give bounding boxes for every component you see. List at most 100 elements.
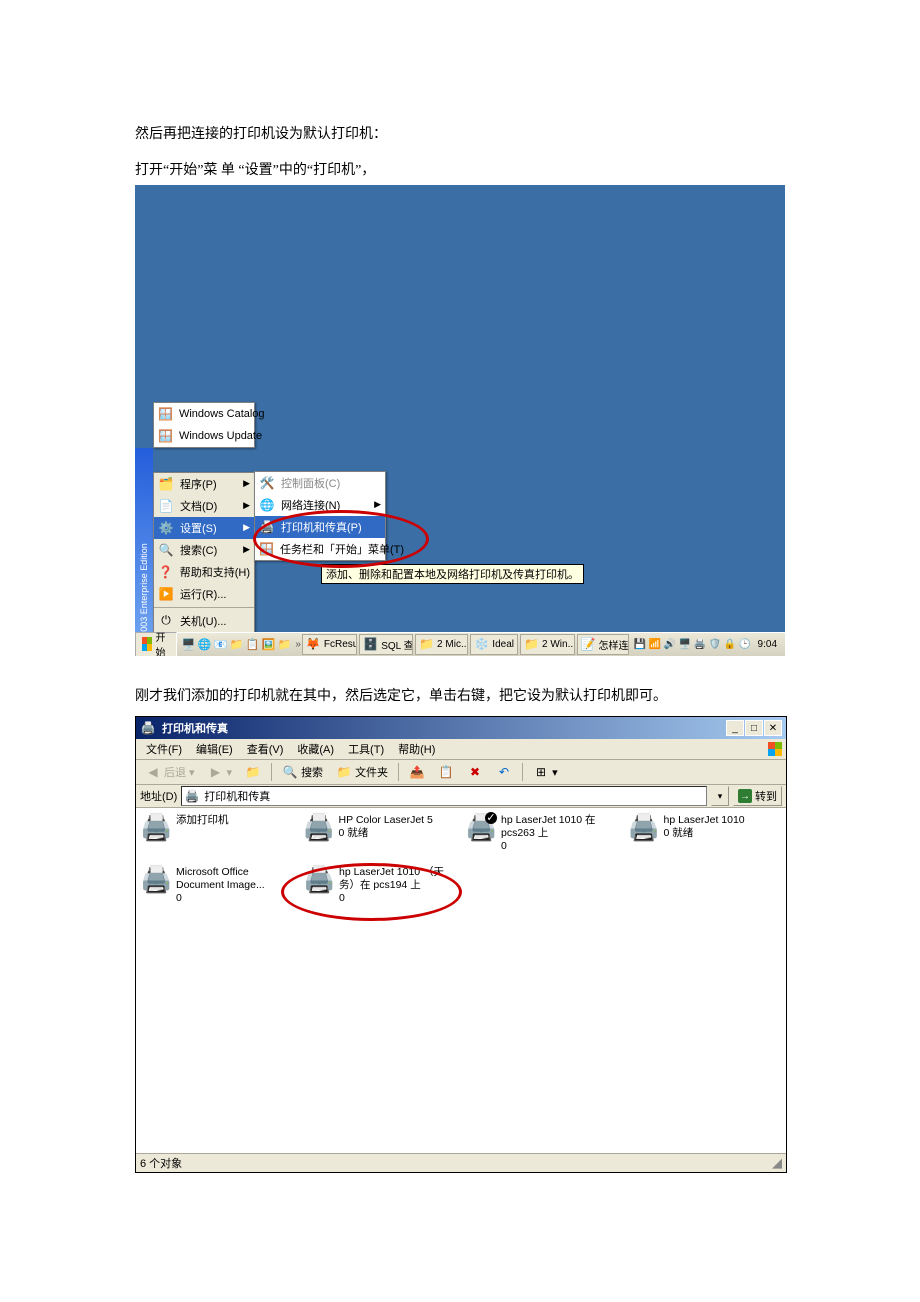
start-button[interactable]: 开始: [135, 632, 177, 656]
close-button[interactable]: ✕: [764, 720, 782, 736]
printer-icon: 🖨️: [628, 814, 658, 853]
menu-run[interactable]: ▶️ 运行(R)...: [154, 583, 254, 605]
toolbar: ◀ 后退 ▾ ▶ ▾ 📁 🔍搜索 📁文件夹 📤 📋 ✖ ↶ ⊞▾: [136, 760, 786, 785]
clock[interactable]: 9:04: [754, 639, 781, 650]
menu-help[interactable]: ❓ 帮助和支持(H): [154, 561, 254, 583]
copy-icon: 📋: [438, 764, 454, 780]
maximize-button[interactable]: □: [745, 720, 763, 736]
address-input[interactable]: 🖨️ 打印机和传真: [181, 786, 707, 806]
start-sideband: Windows Server 2003 Enterprise Edition: [135, 448, 153, 633]
submenu-network[interactable]: 🌐 网络连接(N) ▶: [255, 494, 385, 516]
up-button[interactable]: 📁: [240, 762, 266, 782]
menu-help[interactable]: 帮助(H): [392, 739, 441, 759]
menu-documents[interactable]: 📄 文档(D) ▶: [154, 495, 254, 517]
tb-icon-button[interactable]: 📤: [404, 762, 430, 782]
menu-favorites[interactable]: 收藏(A): [291, 739, 340, 759]
back-icon: ◀: [145, 764, 161, 780]
tray-icon[interactable]: 💾: [634, 638, 647, 651]
tb-icon-button[interactable]: 📋: [433, 762, 459, 782]
quick-icon[interactable]: 📋: [245, 637, 259, 651]
quick-icon[interactable]: 🖼️: [261, 637, 275, 651]
task-button[interactable]: 📝怎样连...: [577, 634, 629, 655]
menu-programs[interactable]: 🗂️ 程序(P) ▶: [154, 473, 254, 495]
menu-label: Windows Catalog: [179, 408, 265, 420]
printer-item[interactable]: 🖨️ HP Color LaserJet 50 就绪: [299, 808, 462, 859]
folders-button[interactable]: 📁文件夹: [331, 762, 393, 782]
tray-icon[interactable]: 🔊: [664, 638, 677, 651]
printer-item[interactable]: 🖨️ Microsoft Office Document Image...0: [136, 860, 299, 911]
task-button[interactable]: 🗄️SQL 查...: [359, 634, 413, 655]
menu-label: 程序(P): [180, 476, 217, 492]
printer-item[interactable]: 🖨️ hp LaserJet 10100 就绪: [624, 808, 787, 859]
undo-button[interactable]: ↶: [491, 762, 517, 782]
go-button[interactable]: → 转到: [733, 786, 782, 806]
printer-icon: 🖨️: [303, 814, 333, 853]
menubar: 文件(F) 编辑(E) 查看(V) 收藏(A) 工具(T) 帮助(H): [136, 739, 786, 760]
task-label: 2 Win... ▾: [542, 639, 575, 650]
quick-icon[interactable]: 📁: [229, 637, 243, 651]
task-button[interactable]: 📁2 Mic... ▾: [415, 634, 468, 655]
printers-window: 🖨️ 打印机和传真 _ □ ✕ 文件(F) 编辑(E) 查看(V) 收藏(A) …: [135, 716, 787, 1173]
tray-icon[interactable]: 🖥️: [679, 638, 692, 651]
folder-view[interactable]: 🖨️ 添加打印机 🖨️ HP Color LaserJet 50 就绪 🖨️✓ …: [136, 808, 786, 1153]
search-icon: 🔍: [282, 764, 298, 780]
tray-icon[interactable]: 🕒: [739, 638, 752, 651]
menu-separator: [154, 607, 254, 608]
printer-add[interactable]: 🖨️ 添加打印机: [136, 808, 299, 859]
tray-icon[interactable]: 📶: [649, 638, 662, 651]
submenu-taskbar[interactable]: 🪟 任务栏和「开始」菜单(T): [255, 538, 385, 560]
task-button[interactable]: ❄️Ideal ...: [470, 634, 518, 655]
forward-icon: ▶: [208, 764, 224, 780]
task-button[interactable]: 🦊FcResu...: [302, 634, 357, 655]
windows-logo-icon: [142, 637, 152, 651]
forward-button[interactable]: ▶ ▾: [203, 762, 238, 782]
back-label: 后退: [164, 764, 186, 780]
views-button[interactable]: ⊞▾: [528, 762, 563, 782]
menu-windows-update[interactable]: 🪟 Windows Update: [154, 425, 254, 447]
submenu-arrow-icon: ▶: [243, 500, 250, 511]
documents-icon: 📄: [158, 498, 174, 514]
menu-label: 运行(R)...: [180, 586, 226, 602]
system-tray: 💾 📶 🔊 🖥️ 🖨️ 🛡️ 🔒 🕒 9:04: [630, 638, 785, 651]
menu-edit[interactable]: 编辑(E): [190, 739, 239, 759]
quick-icon[interactable]: 📧: [213, 637, 227, 651]
minimize-button[interactable]: _: [726, 720, 744, 736]
tooltip: 添加、删除和配置本地及网络打印机及传真打印机。: [321, 564, 584, 584]
quick-chevron[interactable]: »: [295, 639, 301, 650]
titlebar: 🖨️ 打印机和传真 _ □ ✕: [136, 717, 786, 739]
menu-label: Windows Update: [179, 430, 262, 442]
tray-icon[interactable]: 🔒: [724, 638, 737, 651]
quick-icon[interactable]: 🌐: [197, 637, 211, 651]
quick-icon[interactable]: 📁: [277, 637, 291, 651]
quick-icon[interactable]: 🖥️: [181, 637, 195, 651]
back-button[interactable]: ◀ 后退 ▾: [140, 762, 200, 782]
chevron-down-icon: ▾: [552, 766, 558, 779]
windows-icon: 🪟: [158, 406, 173, 422]
address-dropdown[interactable]: ▾: [711, 786, 729, 806]
menu-tools[interactable]: 工具(T): [342, 739, 390, 759]
submenu-arrow-icon: ▶: [243, 522, 250, 533]
task-button[interactable]: 📁2 Win... ▾: [520, 634, 575, 655]
address-path: 打印机和传真: [204, 788, 270, 804]
menu-settings[interactable]: ⚙️ 设置(S) ▶: [154, 517, 254, 539]
submenu-arrow-icon: ▶: [243, 544, 250, 555]
printer-icon: 🖨️: [259, 519, 275, 535]
windows-icon: 🪟: [158, 428, 173, 444]
submenu-printers-fax[interactable]: 🖨️ 打印机和传真(P): [255, 516, 385, 538]
tray-icon[interactable]: 🖨️: [694, 638, 707, 651]
undo-icon: ↶: [496, 764, 512, 780]
search-button[interactable]: 🔍搜索: [277, 762, 328, 782]
resize-grip-icon[interactable]: ◢: [772, 1155, 782, 1171]
menu-file[interactable]: 文件(F): [140, 739, 188, 759]
delete-button[interactable]: ✖: [462, 762, 488, 782]
printer-item-highlighted[interactable]: 🖨️ hp LaserJet 1010 （天务）在 pcs194 上0: [299, 860, 462, 911]
printer-item-default[interactable]: 🖨️✓ hp LaserJet 1010 在 pcs263 上0: [461, 808, 624, 859]
menu-windows-catalog[interactable]: 🪟 Windows Catalog: [154, 403, 254, 425]
printer-status: 0 就绪: [664, 827, 745, 840]
taskbar: 开始 🖥️ 🌐 📧 📁 📋 🖼️ 📁 » 🦊FcResu... 🗄️SQL 查.…: [135, 632, 785, 656]
submenu-control-panel[interactable]: 🛠️ 控制面板(C): [255, 472, 385, 494]
menu-search[interactable]: 🔍 搜索(C) ▶: [154, 539, 254, 561]
menu-view[interactable]: 查看(V): [241, 739, 290, 759]
search-icon: 🔍: [158, 542, 174, 558]
tray-icon[interactable]: 🛡️: [709, 638, 722, 651]
